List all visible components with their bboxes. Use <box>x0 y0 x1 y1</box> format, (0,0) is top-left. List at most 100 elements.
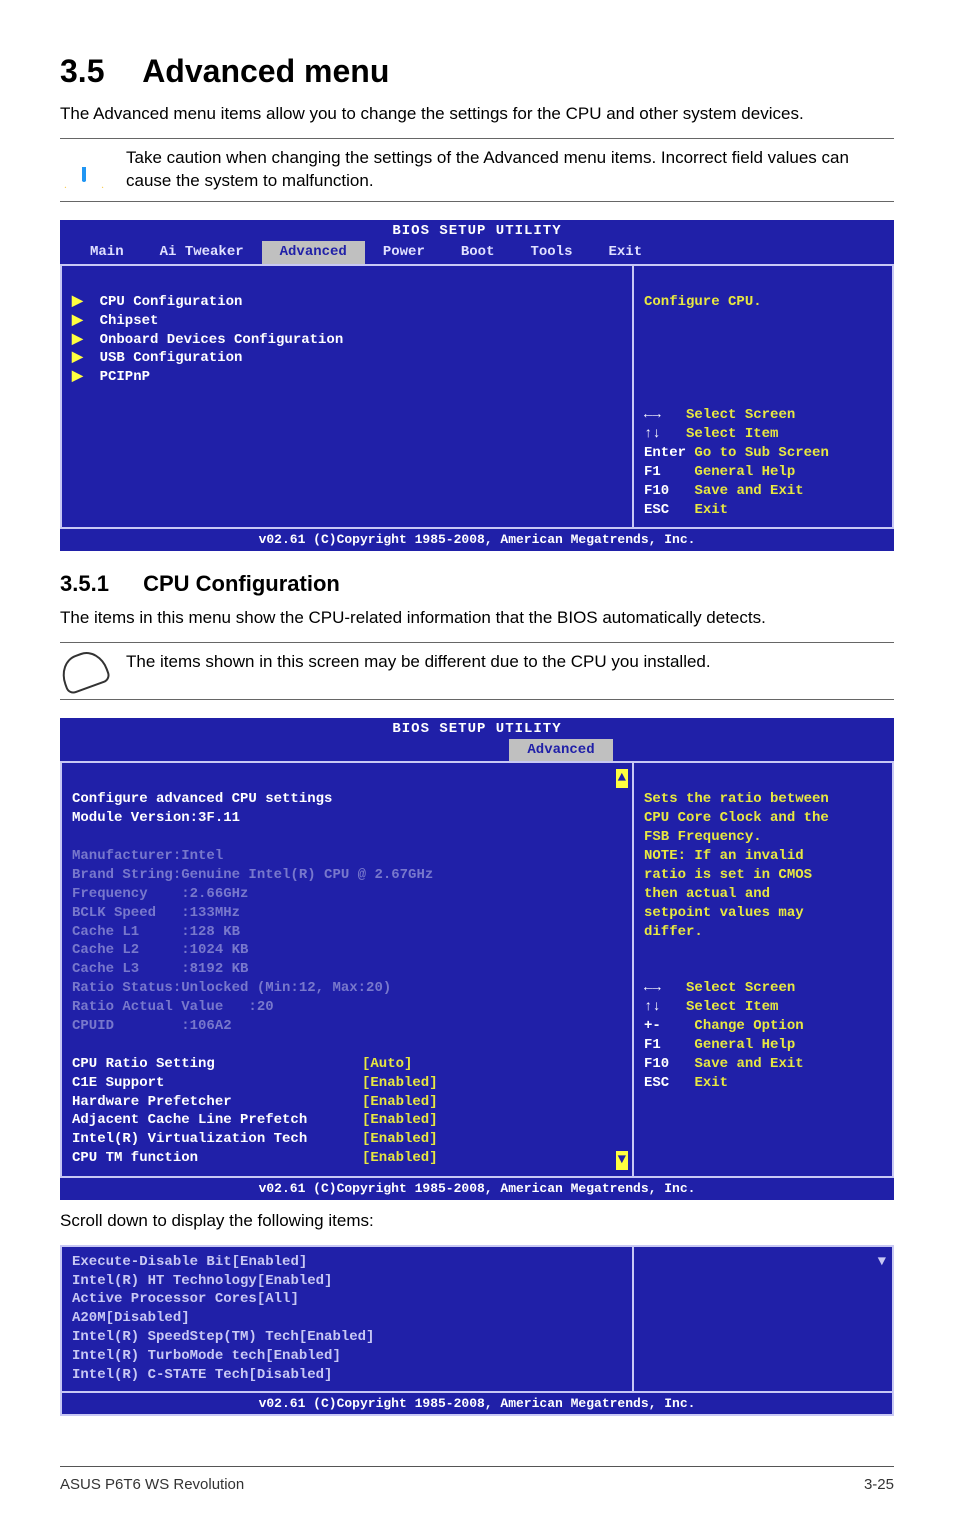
setting-value: [Enabled] <box>362 1093 438 1112</box>
info-line: Manufacturer:Intel <box>72 848 223 864</box>
bios-help-text: Configure CPU. <box>644 294 762 310</box>
setting-row[interactable]: Intel(R) C-STATE Tech[Disabled] <box>72 1366 622 1385</box>
setting-value: [Enabled] <box>299 1329 375 1345</box>
setting-label: C1E Support <box>72 1074 362 1093</box>
bios-cpu-config-screenshot: BIOS SETUP UTILITY Advanced Configure ad… <box>60 718 894 1200</box>
setting-label: Execute-Disable Bit <box>72 1254 232 1270</box>
info-line: Cache L3 :8192 KB <box>72 961 248 977</box>
bios-menu-aitweaker[interactable]: Ai Tweaker <box>142 241 262 264</box>
setting-row[interactable]: Adjacent Cache Line Prefetch[Enabled] <box>72 1111 622 1130</box>
setting-label: Intel(R) TurboMode tech <box>72 1348 265 1364</box>
setting-label: CPU TM function <box>72 1149 362 1168</box>
key-plusminus: +- <box>644 1018 661 1034</box>
bios-item-onboard[interactable]: Onboard Devices Configuration <box>100 332 344 348</box>
info-line: Brand String:Genuine Intel(R) CPU @ 2.67… <box>72 867 433 883</box>
setting-row[interactable]: Execute-Disable Bit[Enabled] <box>72 1253 622 1272</box>
info-line: Ratio Status:Unlocked (Min:12, Max:20) <box>72 980 391 996</box>
key-f10: F10 <box>644 483 669 499</box>
info-line: Ratio Actual Value :20 <box>72 999 274 1015</box>
key-esc-label: Exit <box>694 1075 728 1091</box>
scroll-right-panel: ▼ <box>632 1247 892 1391</box>
bios2-footer: v02.61 (C)Copyright 1985-2008, American … <box>60 1178 894 1200</box>
setting-label: Active Processor Cores <box>72 1291 257 1307</box>
setting-value: [Enabled] <box>232 1254 308 1270</box>
caution-text: Take caution when changing the settings … <box>108 145 894 193</box>
bios-menu-power[interactable]: Power <box>365 241 443 264</box>
key-enter-label: Go to Sub Screen <box>694 445 828 461</box>
setting-row[interactable]: Hardware Prefetcher[Enabled] <box>72 1093 622 1112</box>
scroll-left-panel: Execute-Disable Bit[Enabled]Intel(R) HT … <box>62 1247 632 1391</box>
bios-advanced-menu-screenshot: BIOS SETUP UTILITY Main Ai Tweaker Advan… <box>60 220 894 551</box>
setting-row[interactable]: Intel(R) SpeedStep(TM) Tech[Enabled] <box>72 1328 622 1347</box>
bios-item-chipset[interactable]: Chipset <box>100 313 159 329</box>
scrollfrag-footer: v02.61 (C)Copyright 1985-2008, American … <box>62 1391 892 1415</box>
bios-item-pcipnp[interactable]: PCIPnP <box>100 369 150 385</box>
bios-scroll-fragment: Execute-Disable Bit[Enabled]Intel(R) HT … <box>60 1245 894 1417</box>
bios-menu-tools[interactable]: Tools <box>512 241 590 264</box>
bios2-title: BIOS SETUP UTILITY <box>60 718 894 739</box>
section-number: 3.5 <box>60 50 104 93</box>
key-f1-label: General Help <box>694 464 795 480</box>
setting-label: Intel(R) Virtualization Tech <box>72 1130 362 1149</box>
intro-paragraph: The Advanced menu items allow you to cha… <box>60 103 894 126</box>
page-footer: ASUS P6T6 WS Revolution 3-25 <box>60 1466 894 1495</box>
info-line: Cache L1 :128 KB <box>72 924 240 940</box>
section-title: Advanced menu <box>142 53 389 89</box>
setting-row[interactable]: CPU Ratio Setting[Auto] <box>72 1055 622 1074</box>
scroll-up-icon: ▲ <box>616 769 628 788</box>
note-icon <box>60 649 108 693</box>
bios-menu-bar: Main Ai Tweaker Advanced Power Boot Tool… <box>60 241 894 264</box>
scroll-down-icon: ▼ <box>616 1151 628 1170</box>
bios-item-usb[interactable]: USB Configuration <box>100 350 243 366</box>
subsection-heading: 3.5.1 CPU Configuration <box>60 569 894 599</box>
bios2-menu-bar: Advanced <box>60 739 894 762</box>
bios2-right-panel: Sets the ratio between CPU Core Clock an… <box>634 763 894 1178</box>
bios-menu-advanced[interactable]: Advanced <box>262 241 365 264</box>
scroll-down-label: Scroll down to display the following ite… <box>60 1210 894 1233</box>
setting-label: Intel(R) HT Technology <box>72 1273 257 1289</box>
warning-icon <box>60 145 108 195</box>
setting-row[interactable]: C1E Support[Enabled] <box>72 1074 622 1093</box>
setting-value: [Enabled] <box>265 1348 341 1364</box>
bios-footer: v02.61 (C)Copyright 1985-2008, American … <box>60 529 894 551</box>
setting-value: [Enabled] <box>257 1273 333 1289</box>
setting-row[interactable]: CPU TM function[Enabled] <box>72 1149 622 1168</box>
setting-row[interactable]: Intel(R) Virtualization Tech[Enabled] <box>72 1130 622 1149</box>
bios2-help-text: Sets the ratio between CPU Core Clock an… <box>644 791 829 939</box>
setting-value: [Enabled] <box>362 1111 438 1130</box>
setting-label: A20M <box>72 1310 106 1326</box>
setting-row[interactable]: Intel(R) TurboMode tech[Enabled] <box>72 1347 622 1366</box>
key-f10-label: Save and Exit <box>694 483 803 499</box>
info-line: Cache L2 :1024 KB <box>72 942 248 958</box>
setting-value: [All] <box>257 1291 299 1307</box>
note-callout: The items shown in this screen may be di… <box>60 642 894 700</box>
bios-left-panel: ▶ CPU Configuration ▶ Chipset ▶ Onboard … <box>60 266 634 530</box>
key-select-item: Select Item <box>686 999 778 1015</box>
setting-label: Adjacent Cache Line Prefetch <box>72 1111 362 1130</box>
key-f1: F1 <box>644 1037 661 1053</box>
setting-label: CPU Ratio Setting <box>72 1055 362 1074</box>
setting-row[interactable]: Active Processor Cores[All] <box>72 1290 622 1309</box>
setting-row[interactable]: A20M[Disabled] <box>72 1309 622 1328</box>
key-enter: Enter <box>644 445 686 461</box>
setting-label: Hardware Prefetcher <box>72 1093 362 1112</box>
bios2-header2: Module Version:3F.11 <box>72 810 240 826</box>
setting-row[interactable]: Intel(R) HT Technology[Enabled] <box>72 1272 622 1291</box>
bios-menu-exit[interactable]: Exit <box>590 241 660 264</box>
bios-menu-boot[interactable]: Boot <box>443 241 513 264</box>
key-select-screen: Select Screen <box>686 407 795 423</box>
bios2-menu-advanced[interactable]: Advanced <box>509 739 612 762</box>
bios-menu-main[interactable]: Main <box>72 241 142 264</box>
footer-product: ASUS P6T6 WS Revolution <box>60 1475 244 1495</box>
info-line: Frequency :2.66GHz <box>72 886 248 902</box>
setting-value: [Disabled] <box>248 1367 332 1383</box>
bios2-header1: Configure advanced CPU settings <box>72 791 332 807</box>
subsection-title: CPU Configuration <box>143 571 340 596</box>
info-line: BCLK Speed :133MHz <box>72 905 240 921</box>
section-heading: 3.5 Advanced menu <box>60 50 894 93</box>
bios-item-cpu-config[interactable]: CPU Configuration <box>100 294 243 310</box>
key-esc-label: Exit <box>694 502 728 518</box>
setting-value: [Enabled] <box>362 1149 438 1168</box>
setting-value: [Enabled] <box>362 1074 438 1093</box>
subsection-number: 3.5.1 <box>60 569 109 599</box>
